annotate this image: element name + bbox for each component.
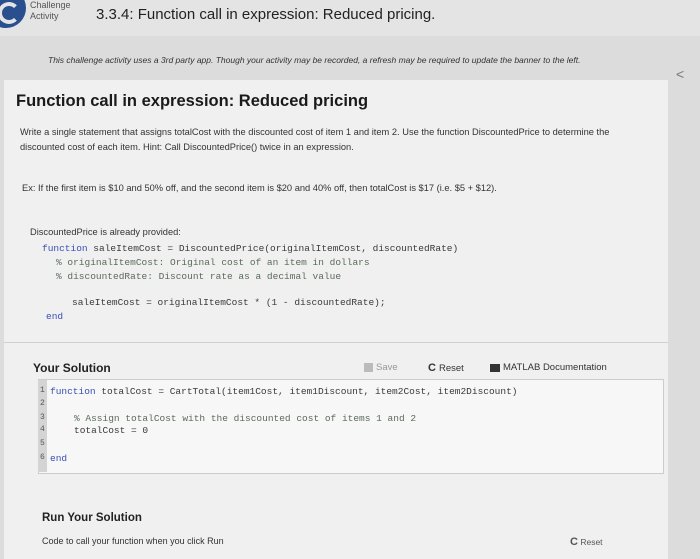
challenge-logo-icon (0, 0, 26, 28)
your-solution-title: Your Solution (33, 361, 111, 375)
activity-header: Challenge Activity 3.3.4: Function call … (0, 0, 700, 36)
problem-title: Function call in expression: Reduced pri… (16, 92, 369, 110)
provided-code-line: % originalItemCost: Original cost of an … (56, 257, 370, 268)
run-solution-title: Run Your Solution (42, 512, 142, 524)
reset-button[interactable]: C Reset (428, 362, 464, 374)
reset-icon: C (428, 362, 436, 374)
line-number: 6 (40, 453, 45, 462)
provided-note: DiscountedPrice is already provided: (30, 227, 181, 237)
section-divider (4, 342, 668, 343)
solution-code-line[interactable]: function totalCost = CartTotal(item1Cost… (50, 386, 517, 397)
provided-code-line: % discountedRate: Discount rate as a dec… (56, 271, 342, 282)
line-number: 5 (40, 439, 45, 448)
save-icon (364, 363, 373, 372)
chevron-left-icon[interactable]: < (676, 66, 684, 82)
run-reset-button[interactable]: C Reset (570, 536, 603, 548)
provided-code-line: end (46, 311, 64, 322)
book-icon (490, 363, 500, 372)
activity-title: 3.3.4: Function call in expression: Redu… (96, 6, 436, 23)
matlab-documentation-button[interactable]: MATLAB Documentation (490, 362, 607, 373)
save-button[interactable]: Save (364, 362, 398, 373)
provided-code-line: function saleItemCost = DiscountedPrice(… (42, 243, 459, 254)
problem-example: Ex: If the first item is $10 and 50% off… (22, 183, 497, 193)
activity-type: Challenge Activity (30, 0, 71, 21)
line-number: 1 (40, 386, 45, 395)
provided-code-line: saleItemCost = originalItemCost * (1 - d… (72, 297, 386, 308)
line-number: 2 (40, 399, 45, 408)
line-number: 3 (40, 413, 45, 422)
problem-description: Write a single statement that assigns to… (20, 127, 610, 152)
solution-code-line[interactable]: % Assign totalCost with the discounted c… (74, 413, 416, 424)
reset-icon: C (570, 536, 578, 548)
solution-code-line[interactable]: end (50, 453, 67, 464)
solution-code-line[interactable]: totalCost = 0 (74, 425, 148, 436)
line-number: 4 (40, 425, 45, 434)
third-party-notice: This challenge activity uses a 3rd party… (48, 55, 581, 65)
run-description: Code to call your function when you clic… (42, 536, 224, 546)
